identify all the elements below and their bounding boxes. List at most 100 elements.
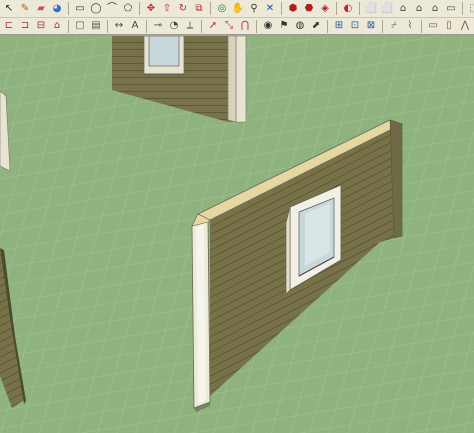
panel-icon: ▯ — [446, 20, 452, 31]
style-button[interactable]: ◐ — [341, 2, 355, 16]
push-pull-icon: ⇧ — [162, 2, 172, 14]
toolbar-separator — [107, 19, 108, 33]
toolbar-separator — [201, 19, 202, 33]
circle-icon: ◯ — [90, 2, 102, 14]
toolbar-separator — [68, 19, 69, 33]
select-button[interactable]: ↖ — [2, 2, 16, 16]
top-view-icon: ⬜ — [380, 2, 394, 14]
tape-icon: ⊸ — [153, 20, 163, 31]
left-view-button[interactable]: ▭ — [444, 2, 458, 16]
paint-button[interactable]: ⬣ — [302, 2, 316, 16]
extend-button[interactable]: ⌇ — [403, 19, 417, 33]
window-icon: ⊟ — [36, 20, 46, 31]
elevation-button[interactable]: ⊡ — [348, 19, 362, 33]
tape-button[interactable]: ⊸ — [151, 19, 165, 33]
section-plane-button[interactable]: ⊠ — [364, 19, 378, 33]
sketchup-window: ↖✎▰◕▭◯⌒⬠✥⇧↻⧉◎✋⚲✕⬢⬣◈◐⬜⬜⌂⌂⌂▭⬚⬚⬛⬛⬛⬛☼☁⌗⌗⚙⚙ ⊏… — [0, 0, 474, 433]
roof-button[interactable]: ⌂ — [50, 19, 64, 33]
walk-icon: ⚑ — [279, 20, 289, 31]
arc-button[interactable]: ⌒ — [105, 2, 119, 16]
polygon-icon: ⬠ — [123, 2, 133, 14]
trim-button[interactable]: ⌿ — [387, 19, 401, 33]
offset-button[interactable]: ⧉ — [192, 2, 206, 16]
dimension-icon: ↔ — [114, 20, 124, 31]
pan-button[interactable]: ✋ — [231, 2, 245, 16]
follow-me-icon: ➚ — [208, 20, 218, 31]
zoom-extents-button[interactable]: ✕ — [263, 2, 277, 16]
roof-icon: ⌂ — [53, 20, 61, 31]
orbit-button[interactable]: ◎ — [215, 2, 229, 16]
model-viewport[interactable] — [0, 36, 474, 433]
position-camera-button[interactable]: ⬈ — [309, 19, 323, 33]
zoom-icon: ⚲ — [250, 2, 258, 14]
iso-view-icon: ⬜ — [364, 2, 378, 14]
rotate-button[interactable]: ↻ — [176, 2, 190, 16]
camera-icon: ◉ — [263, 20, 273, 31]
walk-button[interactable]: ⚑ — [277, 19, 291, 33]
section-plane-icon: ⊠ — [366, 20, 376, 31]
eraser-button[interactable]: ▰ — [34, 2, 48, 16]
zoom-button[interactable]: ⚲ — [247, 2, 261, 16]
walls-icon: ⊏ — [4, 20, 14, 31]
camera-button[interactable]: ◉ — [261, 19, 275, 33]
move-button[interactable]: ✥ — [144, 2, 158, 16]
frame-icon: ▭ — [428, 20, 438, 31]
xray-button[interactable]: ⬚ — [467, 2, 474, 16]
toolbar-separator — [146, 19, 147, 33]
iso-view-button[interactable]: ⬜ — [364, 2, 378, 16]
back-view-icon: ⌂ — [431, 2, 439, 14]
paint-bucket-icon: ◕ — [52, 2, 62, 14]
line-icon: ✎ — [20, 2, 30, 14]
toolbar-separator — [336, 2, 337, 15]
pan-icon: ✋ — [231, 2, 245, 14]
stair-icon: ▤ — [91, 20, 101, 31]
polygon-button[interactable]: ⬠ — [121, 2, 135, 16]
look-around-button[interactable]: ◍ — [293, 19, 307, 33]
main-toolbar: ↖✎▰◕▭◯⌒⬠✥⇧↻⧉◎✋⚲✕⬢⬣◈◐⬜⬜⌂⌂⌂▭⬚⬚⬛⬛⬛⬛☼☁⌗⌗⚙⚙ — [0, 0, 474, 18]
stair-button[interactable]: ▤ — [89, 19, 103, 33]
protractor-button[interactable]: ◔ — [167, 19, 181, 33]
intersect-button[interactable]: ⋂ — [238, 19, 252, 33]
axes-icon: ⟂ — [186, 20, 194, 31]
offset-icon: ⧉ — [195, 2, 203, 14]
toolbar-separator — [139, 2, 140, 15]
door-icon: ⊐ — [20, 20, 30, 31]
circle-button[interactable]: ◯ — [89, 2, 103, 16]
component-button[interactable]: ⬢ — [286, 2, 300, 16]
section-button[interactable]: ◈ — [318, 2, 332, 16]
floor-button[interactable]: ▢ — [73, 19, 87, 33]
push-pull-button[interactable]: ⇧ — [160, 2, 174, 16]
follow-me-button[interactable]: ➚ — [206, 19, 220, 33]
window-button[interactable]: ⊟ — [34, 19, 48, 33]
walls-button[interactable]: ⊏ — [2, 19, 16, 33]
right-view-button[interactable]: ⌂ — [412, 2, 426, 16]
dimension-button[interactable]: ↔ — [112, 19, 126, 33]
scale-button[interactable]: ⤡ — [222, 19, 236, 33]
plan-button[interactable]: ⊞ — [332, 19, 346, 33]
toolbar-separator — [256, 19, 257, 33]
zoom-extents-icon: ✕ — [265, 2, 275, 14]
panel-button[interactable]: ▯ — [442, 19, 456, 33]
paint-icon: ⬣ — [304, 2, 314, 14]
secondary-toolbar: ⊏⊐⊟⌂▢▤↔A⊸◔⟂➚⤡⋂◉⚑◍⬈⊞⊡⊠⌿⌇▭▯⋀∕≡▦▤⚙ — [0, 18, 474, 35]
toolbar-separator — [327, 19, 328, 33]
toolbar-separator — [382, 19, 383, 33]
back-view-button[interactable]: ⌂ — [428, 2, 442, 16]
top-view-button[interactable]: ⬜ — [380, 2, 394, 16]
protractor-icon: ◔ — [169, 20, 179, 31]
component-icon: ⬢ — [288, 2, 298, 14]
axes-button[interactable]: ⟂ — [183, 19, 197, 33]
front-view-button[interactable]: ⌂ — [396, 2, 410, 16]
toolbar-separator — [68, 2, 69, 15]
text-button[interactable]: A — [128, 19, 142, 33]
door-button[interactable]: ⊐ — [18, 19, 32, 33]
back-wall-window[interactable] — [143, 36, 185, 75]
frame-button[interactable]: ▭ — [426, 19, 440, 33]
paint-bucket-button[interactable]: ◕ — [50, 2, 64, 16]
truss-icon: ⋀ — [460, 20, 470, 31]
toolbar-separator — [462, 2, 463, 15]
3d-scene[interactable] — [0, 36, 474, 433]
truss-button[interactable]: ⋀ — [458, 19, 472, 33]
rectangle-button[interactable]: ▭ — [73, 2, 87, 16]
line-button[interactable]: ✎ — [18, 2, 32, 16]
